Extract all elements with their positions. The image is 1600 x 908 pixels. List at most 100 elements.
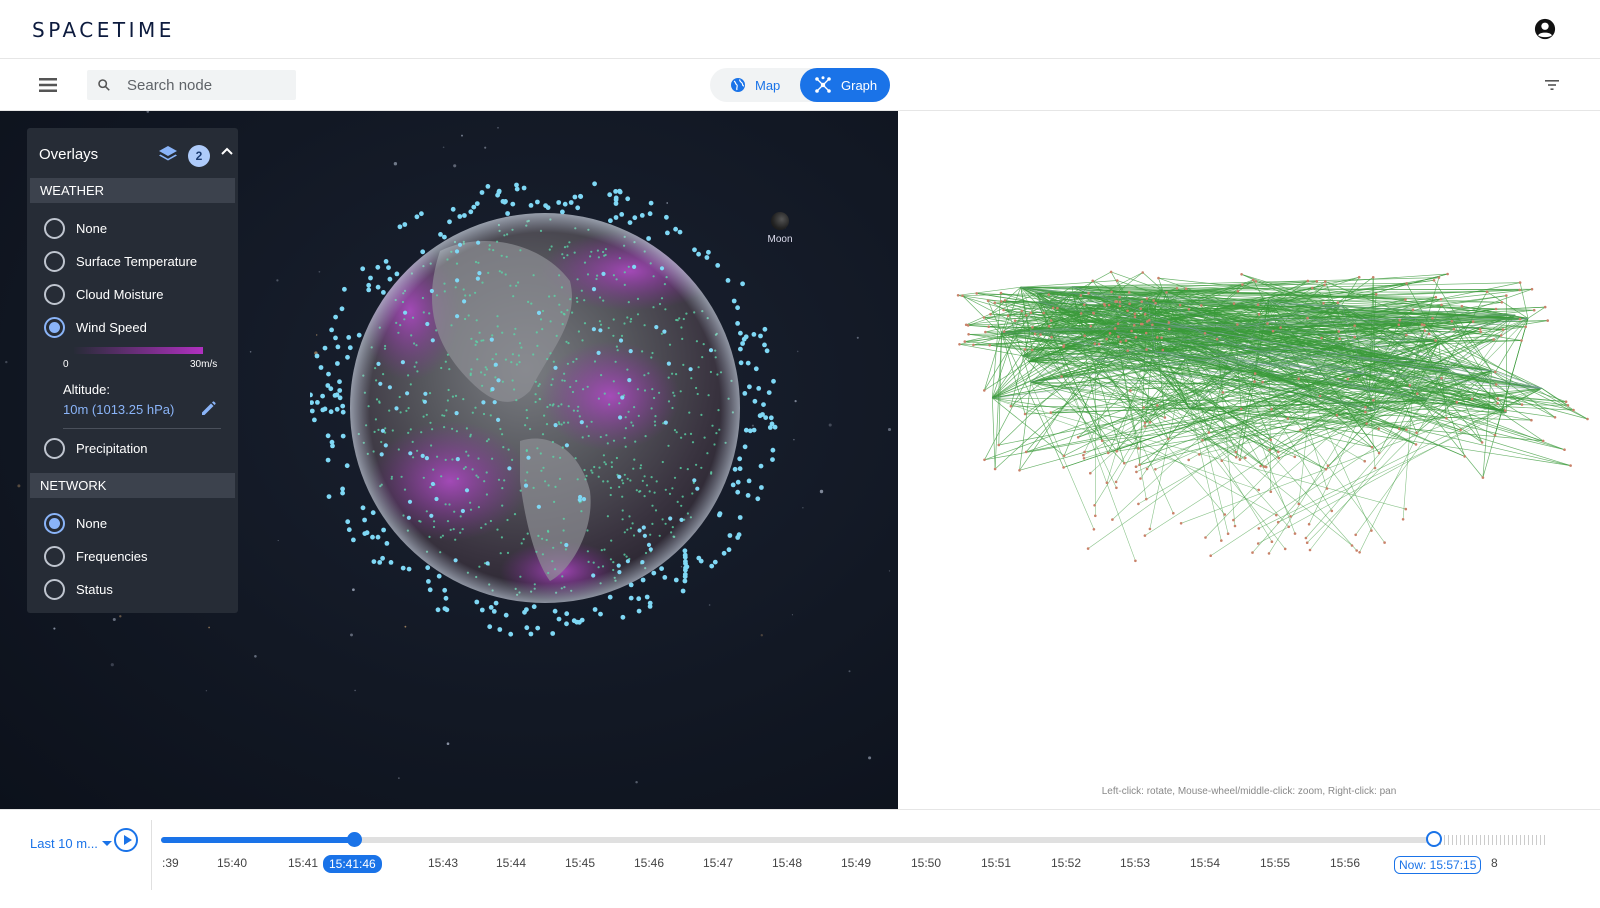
radio-button[interactable] <box>44 217 65 239</box>
satellite-dot <box>333 335 338 341</box>
satellite-dot <box>619 212 625 217</box>
moon-marker[interactable]: Moon <box>760 212 800 245</box>
graph-node <box>1532 308 1536 312</box>
graph-node <box>1130 329 1133 333</box>
radio-button-selected[interactable] <box>44 316 65 338</box>
satellite-dot <box>737 515 743 520</box>
current-time-handle[interactable] <box>347 832 362 847</box>
filter-icon[interactable] <box>1542 75 1562 95</box>
graph-node <box>1452 327 1456 331</box>
satellite-dot <box>489 337 494 342</box>
graph-node <box>1204 536 1207 539</box>
satellite-dot <box>429 288 434 294</box>
satellite-dot <box>378 381 383 386</box>
satellite-dot <box>715 263 721 268</box>
graph-node <box>1087 292 1090 295</box>
graph-node <box>1203 332 1207 335</box>
satellite-dot <box>508 631 514 637</box>
satellite-dot <box>383 259 389 264</box>
graph-node <box>1256 303 1260 306</box>
radio-label: Wind Speed <box>76 319 147 335</box>
graph-node <box>1338 337 1341 341</box>
radio-button-selected[interactable] <box>44 512 65 534</box>
graph-node <box>1049 411 1053 414</box>
star <box>802 507 804 509</box>
graph-node <box>1134 559 1137 563</box>
satellite-dot <box>488 605 494 610</box>
graph-node <box>1320 336 1323 340</box>
weather-option-cloud-moisture[interactable]: Cloud Moisture <box>44 282 234 306</box>
satellite-dot <box>491 609 497 614</box>
network-option-status[interactable]: Status <box>44 577 234 601</box>
map-view-button[interactable]: Map <box>710 68 800 102</box>
graph-node <box>1220 539 1223 542</box>
graph-node <box>1135 470 1138 474</box>
time-range-dropdown[interactable]: Last 10 m... <box>30 836 112 851</box>
satellite-dot <box>740 281 745 287</box>
map-viewport[interactable]: Moon Overlays 2 WEATHER None Surface Tem… <box>0 111 898 809</box>
weather-option-precipitation[interactable]: Precipitation <box>44 436 234 460</box>
satellite-dot <box>741 336 747 342</box>
weather-option-surface-temperature[interactable]: Surface Temperature <box>44 249 234 273</box>
graph-node <box>1138 463 1141 467</box>
satellite-dot <box>772 424 778 430</box>
play-button[interactable] <box>114 828 138 852</box>
timeline-tick: 15:51 <box>981 856 1012 870</box>
graph-view-button[interactable]: Graph <box>800 68 890 102</box>
network-option-frequencies[interactable]: Frequencies <box>44 544 234 568</box>
satellite-dot <box>632 264 637 269</box>
network-option-none[interactable]: None <box>44 511 234 535</box>
satellite-dot <box>564 621 569 627</box>
star <box>5 360 8 364</box>
radio-button[interactable] <box>44 250 65 272</box>
graph-node <box>986 299 990 302</box>
weather-option-none[interactable]: None <box>44 216 234 240</box>
earth-globe[interactable] <box>310 181 780 651</box>
satellite-dot <box>419 211 424 217</box>
satellite-dot <box>592 181 597 187</box>
satellite-dot <box>556 616 562 622</box>
graph-node <box>1271 329 1275 333</box>
satellite-dot <box>477 271 482 276</box>
graph-node <box>1355 549 1358 552</box>
satellite-dot <box>550 631 556 636</box>
star <box>354 689 356 692</box>
graph-node <box>1139 322 1143 326</box>
search-input[interactable] <box>127 76 277 94</box>
satellite-dot <box>335 344 341 350</box>
satellite-dot <box>628 349 633 354</box>
satellite-dot <box>332 393 338 398</box>
network-graph[interactable] <box>898 111 1600 771</box>
radio-button[interactable] <box>44 437 65 459</box>
graph-node <box>961 294 964 297</box>
weather-option-wind-speed[interactable]: Wind Speed <box>44 315 234 339</box>
satellite-dot <box>763 415 769 420</box>
menu-icon[interactable] <box>36 73 60 97</box>
account-icon[interactable] <box>1534 18 1556 40</box>
graph-node <box>1060 375 1063 378</box>
graph-viewport[interactable]: Left-click: rotate, Mouse-wheel/middle-c… <box>898 111 1600 809</box>
radio-button[interactable] <box>44 578 65 600</box>
satellite-dot <box>579 617 585 623</box>
graph-node <box>1056 306 1059 310</box>
star <box>887 427 892 432</box>
radio-button[interactable] <box>44 283 65 305</box>
graph-node <box>1411 308 1415 312</box>
graph-node <box>1151 323 1154 327</box>
radio-button[interactable] <box>44 545 65 567</box>
graph-node <box>1024 450 1028 454</box>
graph-node <box>1079 312 1083 315</box>
edit-pencil-icon[interactable] <box>199 400 217 418</box>
graph-node <box>1335 413 1339 417</box>
satellite-dot <box>454 411 459 416</box>
satellite-dot <box>447 219 452 225</box>
satellite-dot <box>314 353 320 359</box>
star <box>848 670 851 673</box>
satellite-dot <box>490 387 495 392</box>
graph-node <box>1337 330 1341 333</box>
graph-node <box>972 343 975 347</box>
now-handle[interactable] <box>1426 831 1442 847</box>
graph-node <box>1270 407 1273 411</box>
graph-node <box>1370 445 1374 449</box>
chevron-up-icon[interactable] <box>219 144 235 160</box>
